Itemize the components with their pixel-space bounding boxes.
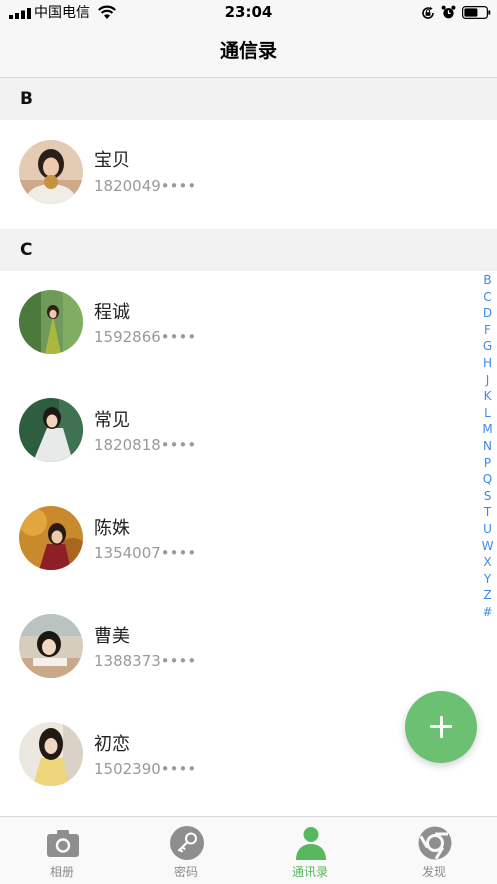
tab-label: 通讯录 bbox=[291, 865, 328, 879]
contact-name: 常见 bbox=[94, 410, 130, 431]
index-letter-y[interactable]: Y bbox=[478, 571, 497, 588]
contact-name: 宝贝 bbox=[94, 150, 130, 171]
index-letter-h[interactable]: H bbox=[478, 355, 497, 372]
tab-label: 密码 bbox=[173, 865, 198, 879]
index-letter-u[interactable]: U bbox=[478, 521, 497, 538]
index-letter-p[interactable]: P bbox=[478, 455, 497, 472]
index-letter-x[interactable]: X bbox=[478, 554, 497, 571]
avatar bbox=[19, 140, 83, 204]
contact-name: 程诚 bbox=[94, 302, 130, 323]
index-letter-q[interactable]: Q bbox=[478, 471, 497, 488]
contact-name: 陈姝 bbox=[94, 518, 130, 539]
index-letter-g[interactable]: G bbox=[478, 338, 497, 355]
contact-row-chengcheng[interactable]: 程诚 1592866•••• bbox=[0, 271, 497, 379]
index-letter-m[interactable]: M bbox=[478, 421, 497, 438]
index-letter-f[interactable]: F bbox=[478, 322, 497, 339]
contact-phone: 1354007•••• bbox=[94, 544, 197, 562]
index-letter-b[interactable]: B bbox=[478, 272, 497, 289]
index-letter-hash[interactable]: # bbox=[478, 604, 497, 621]
battery-icon bbox=[462, 6, 491, 19]
contact-row-baobei[interactable]: 宝贝 1820049•••• bbox=[0, 120, 497, 228]
section-header-b: B bbox=[0, 78, 497, 120]
index-letter-j[interactable]: J bbox=[478, 372, 497, 389]
contact-name: 初恋 bbox=[94, 734, 130, 755]
index-letter-n[interactable]: N bbox=[478, 438, 497, 455]
tab-contacts[interactable]: 通讯录 bbox=[248, 817, 372, 884]
tab-bar: 相册 密码 通讯录 发现 bbox=[0, 816, 497, 884]
index-letter-t[interactable]: T bbox=[478, 504, 497, 521]
camera-icon bbox=[47, 830, 79, 857]
avatar bbox=[19, 398, 83, 462]
index-letter-w[interactable]: W bbox=[478, 538, 497, 555]
section-header-c: C bbox=[0, 229, 497, 271]
contact-row-caomei[interactable]: 曹美 1388373•••• bbox=[0, 595, 497, 703]
contact-phone: 1820049•••• bbox=[94, 177, 197, 195]
index-letter-d[interactable]: D bbox=[478, 305, 497, 322]
avatar bbox=[19, 506, 83, 570]
contact-phone: 1820818•••• bbox=[94, 436, 197, 454]
navigation-bar: 通信录 bbox=[0, 26, 497, 78]
tab-password[interactable]: 密码 bbox=[124, 817, 248, 884]
page-title: 通信录 bbox=[219, 40, 277, 62]
avatar bbox=[19, 722, 83, 786]
section-letter: B bbox=[20, 89, 33, 109]
tab-discover[interactable]: 发现 bbox=[372, 817, 496, 884]
tab-label: 发现 bbox=[421, 865, 446, 879]
contact-phone: 1592866•••• bbox=[94, 328, 197, 346]
section-letter: C bbox=[20, 240, 33, 260]
avatar bbox=[19, 614, 83, 678]
alarm-icon bbox=[441, 5, 456, 19]
index-letter-k[interactable]: K bbox=[478, 388, 497, 405]
alphabet-index[interactable]: B C D F G H J K L M N P Q S T U W X Y Z … bbox=[478, 272, 497, 620]
index-letter-c[interactable]: C bbox=[478, 289, 497, 306]
discover-icon bbox=[418, 826, 452, 860]
rotation-lock-icon bbox=[422, 6, 434, 19]
status-bar: 中国电信 23:04 bbox=[0, 0, 497, 26]
add-contact-button[interactable] bbox=[405, 691, 477, 763]
contact-row-changjian[interactable]: 常见 1820818•••• bbox=[0, 379, 497, 487]
index-letter-z[interactable]: Z bbox=[478, 587, 497, 604]
tab-album[interactable]: 相册 bbox=[0, 817, 124, 884]
person-icon bbox=[296, 827, 326, 860]
contact-name: 曹美 bbox=[94, 626, 130, 647]
contact-phone: 1388373•••• bbox=[94, 652, 197, 670]
contact-row-chenshu[interactable]: 陈姝 1354007•••• bbox=[0, 487, 497, 595]
index-letter-s[interactable]: S bbox=[478, 488, 497, 505]
contact-phone: 1502390•••• bbox=[94, 760, 197, 778]
avatar bbox=[19, 290, 83, 354]
index-letter-l[interactable]: L bbox=[478, 405, 497, 422]
tab-label: 相册 bbox=[49, 865, 74, 879]
key-icon bbox=[170, 826, 204, 860]
